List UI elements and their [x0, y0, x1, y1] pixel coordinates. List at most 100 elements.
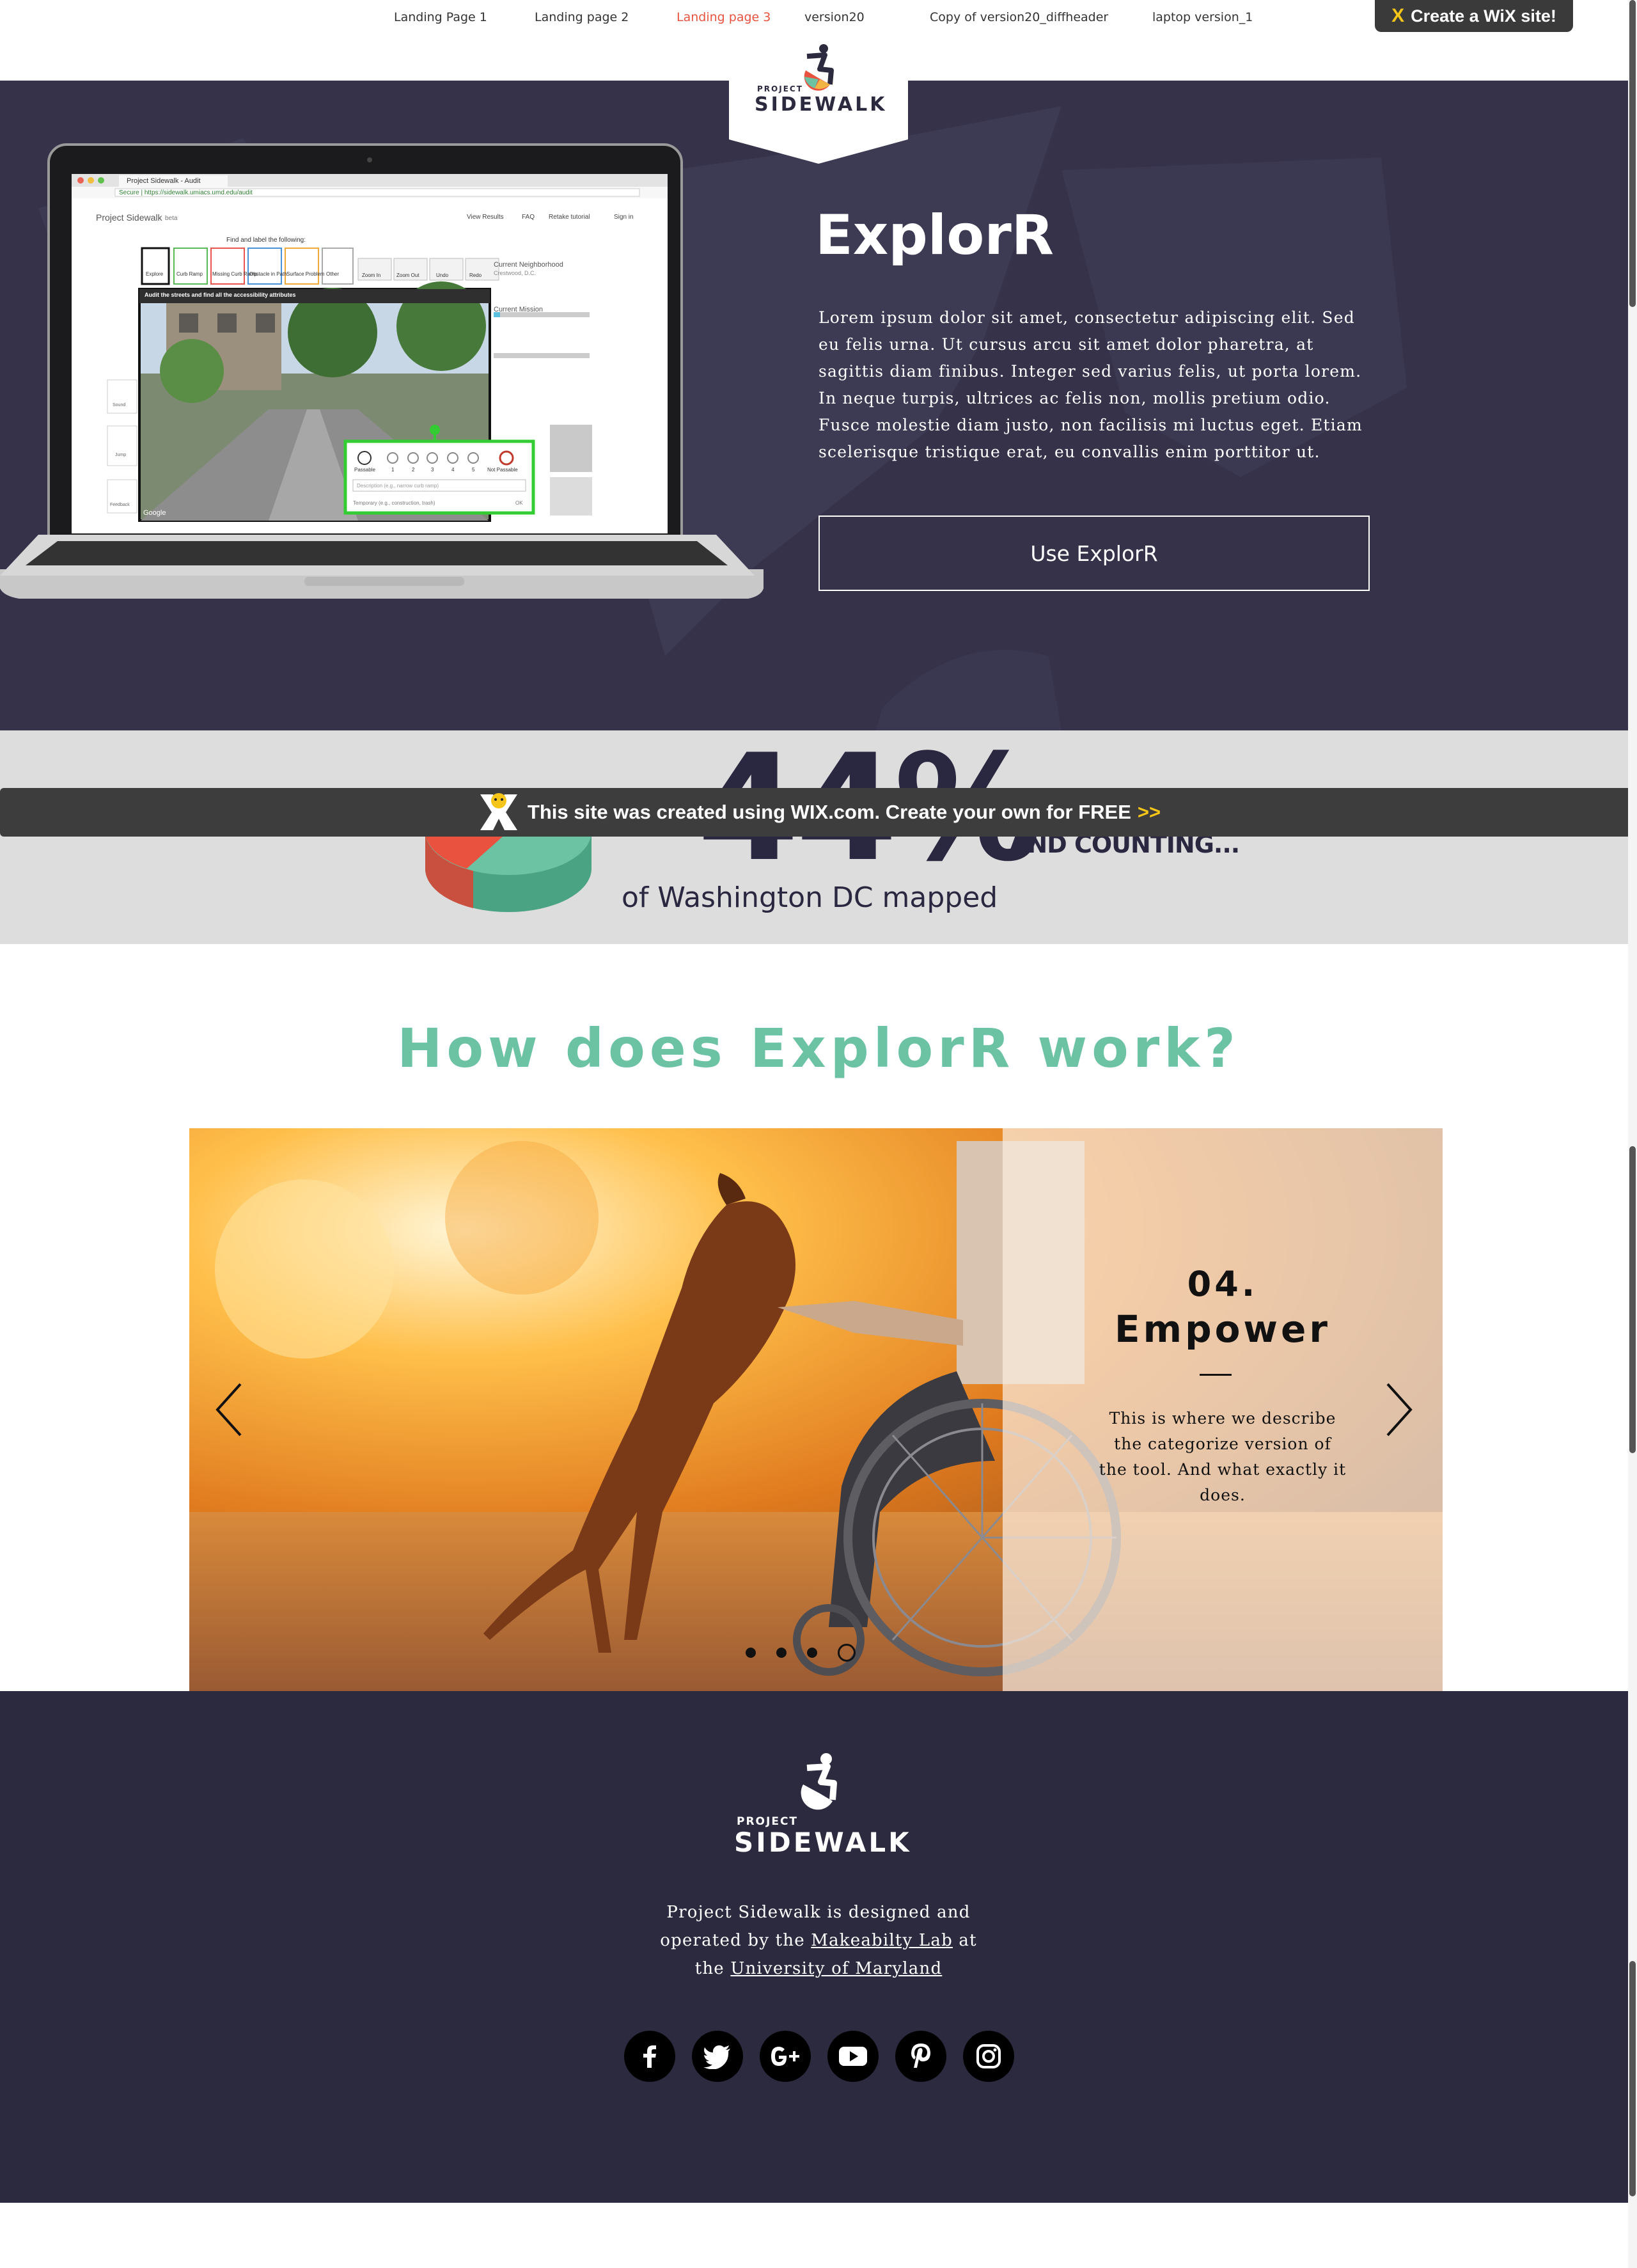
screen-app-name: Project Sidewalk	[96, 212, 162, 223]
youtube-link[interactable]	[827, 2031, 879, 2082]
screen-url: Secure | https://sidewalk.umiacs.umd.edu…	[119, 189, 253, 196]
footer-credits-line-2: operated by the Makeabilty Lab at	[627, 1926, 1010, 1955]
hero-body-text: Lorem ipsum dolor sit amet, consectetur …	[818, 308, 1363, 461]
how-it-works-heading: How does ExplorR work?	[397, 1017, 1240, 1080]
nav-link-landing-page-3[interactable]: Landing page 3	[677, 10, 771, 24]
facebook-icon	[643, 2045, 656, 2068]
screen-tool-curb-ramp: Curb Ramp	[176, 271, 203, 277]
social-links	[624, 2031, 1014, 2082]
screen-rating-1: 1	[391, 467, 395, 473]
page-scrollbar-thumb[interactable]	[1629, 0, 1636, 307]
pinterest-icon	[911, 2044, 930, 2068]
nav-link-landing-page-2[interactable]: Landing page 2	[535, 10, 629, 24]
facebook-link[interactable]	[624, 2031, 675, 2082]
screen-rating-not-passable: Not Passable	[487, 467, 518, 473]
screen-menu-signin: Sign in	[614, 214, 634, 221]
instagram-icon	[976, 2044, 1001, 2068]
screen-tool-zoom-out: Zoom Out	[396, 272, 419, 278]
create-wix-site-label: Create a WiX site!	[1411, 6, 1556, 26]
slide-step-number: 04.	[1187, 1264, 1258, 1304]
slide-divider	[1200, 1374, 1232, 1376]
nav-link-copy-of-version20[interactable]: Copy of version20_diffheader	[930, 10, 1108, 24]
wix-icon: X	[1391, 5, 1405, 26]
screen-rating-4: 4	[451, 467, 455, 473]
screen-tab-title: Project Sidewalk - Audit	[127, 177, 201, 185]
screen-menu-results: View Results	[467, 214, 504, 221]
footer-credits-line-3: the University of Maryland	[627, 1955, 1010, 1983]
logo-big-word: SIDEWALK	[755, 93, 888, 116]
screen-audit-banner: Audit the streets and find all the acces…	[145, 292, 296, 298]
screen-tool-surface: Surface Problem	[286, 271, 325, 277]
pinterest-link[interactable]	[895, 2031, 946, 2082]
slider-dot-4[interactable]	[838, 1644, 856, 1662]
slider-dot-1[interactable]	[746, 1648, 756, 1658]
screen-tool-obstacle: Obstacle in Path	[249, 271, 287, 277]
nav-link-landing-page-1[interactable]: Landing Page 1	[394, 10, 487, 24]
screen-description-placeholder: Description (e.g., narrow curb ramp)	[357, 483, 439, 489]
how-it-works-slideshow[interactable]: 04. Empower This is where we describe th…	[189, 1128, 1443, 1691]
screen-tool-zoom-in: Zoom In	[362, 272, 381, 278]
screen-rating-3: 3	[431, 467, 434, 473]
slide-step-title: Empower	[1115, 1307, 1331, 1351]
screen-tool-other: Other	[326, 271, 340, 277]
screen-temporary-checkbox: Temporary (e.g., construction, trash)	[353, 500, 435, 506]
screen-instruction: Find and label the following:	[226, 237, 306, 244]
google-plus-link[interactable]	[760, 2031, 811, 2082]
create-wix-site-button[interactable]: X Create a WiX site!	[1375, 0, 1573, 32]
google-plus-icon	[771, 2047, 799, 2066]
university-of-maryland-link[interactable]: University of Maryland	[730, 1959, 942, 1978]
screen-tool-sound: Sound	[113, 403, 126, 407]
slider-dot-2[interactable]	[776, 1648, 787, 1658]
footer-credits-the: the	[694, 1959, 725, 1978]
screen-menu-faq: FAQ	[522, 214, 535, 221]
footer-logo-icon	[801, 1753, 837, 1810]
page-scrollbar-track[interactable]	[1628, 0, 1637, 2268]
wix-promo-arrows: >>	[1137, 801, 1161, 823]
footer-credits: Project Sidewalk is designed and operate…	[627, 1898, 1010, 1983]
twitter-icon	[703, 2045, 730, 2069]
nav-link-laptop-version[interactable]: laptop version_1	[1152, 10, 1253, 24]
instagram-link[interactable]	[963, 2031, 1014, 2082]
chevron-left-icon	[215, 1383, 242, 1437]
logo-small-word: PROJECT	[757, 84, 803, 93]
twitter-link[interactable]	[692, 2031, 743, 2082]
footer-credits-line-1: Project Sidewalk is designed and	[666, 1903, 971, 1922]
screen-tool-explore: Explore	[146, 271, 164, 277]
slider-next-button[interactable]	[1381, 1378, 1420, 1442]
hero-title: ExplorR	[815, 203, 1054, 267]
screen-tool-redo: Redo	[469, 272, 482, 278]
screen-rating-passable: Passable	[354, 467, 375, 473]
screen-menu-tutorial: Retake tutorial	[549, 214, 590, 221]
wix-mascot-icon	[480, 793, 517, 830]
laptop-mockup-image	[0, 143, 764, 599]
slider-dot-3[interactable]	[807, 1648, 817, 1658]
slide-step-description: This is where we describe the categorize…	[1099, 1409, 1347, 1504]
screen-neighborhood-title: Current Neighborhood	[494, 261, 563, 269]
screen-neighborhood-name: Crestwood, D.C.	[494, 270, 537, 276]
wix-promo-banner[interactable]: This site was created using WIX.com. Cre…	[0, 788, 1637, 837]
page-scrollbar-thumb-2[interactable]	[1629, 1146, 1636, 1453]
makeability-lab-link[interactable]: Makeabilty Lab	[811, 1931, 953, 1950]
screen-app-badge: beta	[165, 215, 178, 222]
screen-tool-feedback: Feedback	[110, 503, 130, 507]
footer-logo-small-word: PROJECT	[737, 1815, 799, 1828]
screen-rating-5: 5	[472, 467, 475, 473]
screen-google-logo: Google	[143, 509, 166, 517]
page-scrollbar-thumb-3[interactable]	[1629, 1961, 1636, 2196]
use-explorr-button[interactable]: Use ExplorR	[818, 516, 1370, 591]
nav-link-version20[interactable]: version20	[804, 10, 865, 24]
youtube-icon	[839, 2047, 867, 2066]
screen-rating-2: 2	[412, 467, 415, 473]
chevron-right-icon	[1386, 1383, 1413, 1437]
screen-tool-jump: Jump	[115, 453, 127, 457]
footer-logo-big-word: SIDEWALK	[734, 1827, 912, 1858]
header-logo-tab-point	[729, 139, 908, 164]
footer-credits-operated: operated by the	[660, 1931, 805, 1950]
footer-credits-at: at	[959, 1931, 977, 1950]
screen-tool-undo: Undo	[436, 272, 449, 278]
mapped-label: of Washington DC mapped	[622, 881, 998, 914]
screen-mission-title: Current Mission	[494, 306, 544, 313]
slider-previous-button[interactable]	[208, 1378, 247, 1442]
screen-ok-button: OK	[515, 500, 523, 506]
slider-pagination	[746, 1644, 856, 1662]
